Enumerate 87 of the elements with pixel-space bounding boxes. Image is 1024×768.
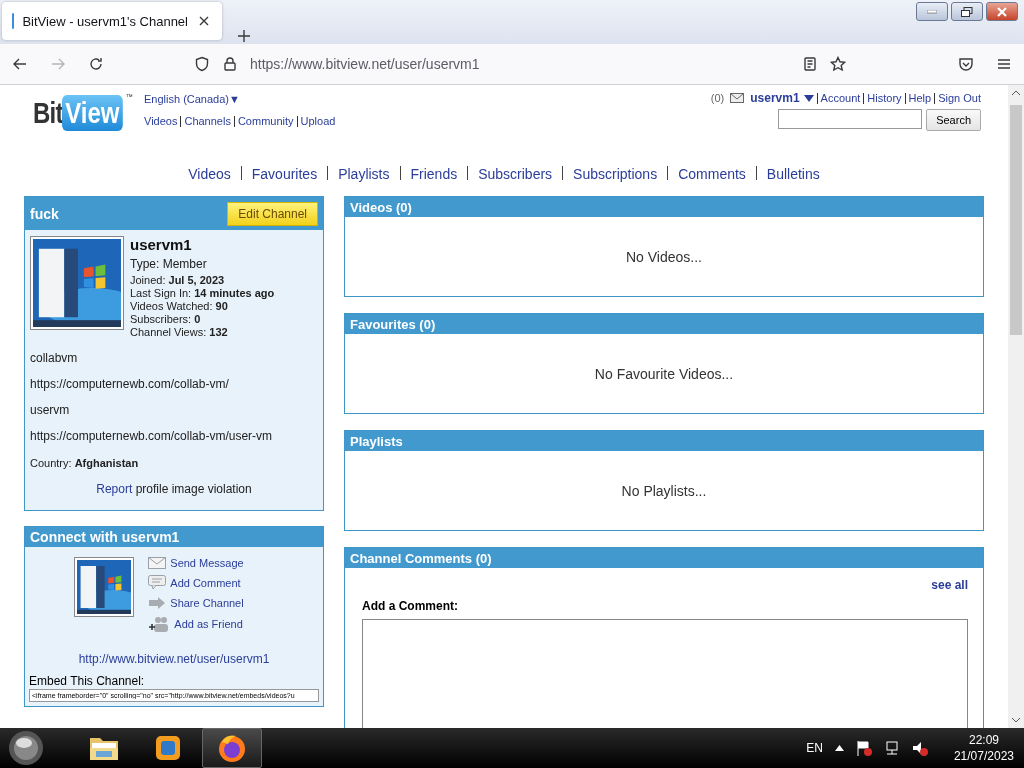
envelope-icon	[148, 557, 167, 569]
account-link[interactable]: Sign Out	[938, 92, 981, 104]
app-icon[interactable]	[153, 733, 183, 763]
description-line: uservm	[30, 403, 71, 417]
action-link[interactable]: Send Message	[148, 557, 244, 569]
channel-title: fuck	[30, 205, 59, 222]
scroll-down-icon[interactable]	[1011, 715, 1021, 725]
report-sentence: Report profile image violation	[95, 482, 253, 496]
browser-tab[interactable]: BitView - uservm1's Channel	[2, 2, 222, 40]
see-all-link[interactable]: see all	[931, 578, 968, 592]
section-title: Playlists	[350, 433, 403, 449]
restore-button[interactable]	[951, 2, 983, 21]
channel-tab[interactable]: Subscribers	[478, 166, 553, 182]
people-icon	[148, 616, 171, 632]
scroll-up-icon[interactable]	[1011, 88, 1021, 98]
channel-url-link[interactable]: http://www.bitview.net/user/uservm1	[78, 652, 270, 666]
menu-icon[interactable]	[996, 56, 1012, 72]
member-type: Type: Member	[130, 257, 208, 271]
profile-stat: Videos Watched: 90	[130, 300, 229, 313]
nav-link[interactable]: Community	[237, 115, 294, 127]
account-link[interactable]: History	[867, 92, 902, 104]
empty-message: No Favourite Videos...	[594, 365, 734, 382]
shield-icon[interactable]	[194, 56, 210, 72]
description-line: collabvm	[30, 351, 79, 365]
tray-arrow-icon[interactable]	[834, 745, 844, 751]
channel-tab[interactable]: Bulletins	[766, 166, 820, 182]
user-menu[interactable]: uservm1	[750, 91, 800, 105]
channel-tab[interactable]: Subscriptions	[573, 166, 658, 182]
speech-bubble-icon	[148, 575, 167, 590]
action-link[interactable]: Add as Friend	[148, 616, 244, 632]
section-title: Videos (0)	[350, 199, 412, 215]
description-line: https://computernewb.com/collab-vm/user-vm	[30, 429, 274, 443]
nav-link[interactable]: Videos	[144, 115, 178, 127]
nav-link[interactable]: Upload	[300, 115, 336, 127]
account-link[interactable]: Help	[908, 92, 932, 104]
star-icon[interactable]	[830, 56, 846, 72]
pocket-icon[interactable]	[958, 56, 974, 72]
section-title: Favourites (0)	[350, 316, 436, 332]
action-link[interactable]: Share Channel	[148, 596, 244, 610]
lock-icon[interactable]	[222, 56, 238, 72]
comment-label: Add a Comment:	[362, 599, 459, 613]
flag-icon[interactable]	[855, 740, 872, 756]
scrollbar[interactable]	[1008, 85, 1024, 728]
network-icon[interactable]	[883, 740, 900, 756]
country: Country: Afghanistan	[30, 457, 140, 469]
back-icon[interactable]	[12, 56, 28, 72]
start-button[interactable]	[6, 729, 46, 767]
empty-message: No Videos...	[626, 248, 702, 265]
user-name: uservm1	[130, 236, 193, 253]
profile-stat: Joined: Jul 5, 2023	[130, 274, 226, 287]
close-icon	[997, 6, 1007, 17]
reload-icon[interactable]	[88, 56, 104, 72]
language-link[interactable]: English (Canada)▼	[144, 93, 336, 105]
profile-stat: Last Sign In: 14 minutes ago	[130, 287, 275, 300]
restore-icon	[961, 6, 973, 17]
report-link[interactable]: Report	[96, 482, 133, 496]
envelope-icon[interactable]	[730, 93, 745, 103]
embed-label: Embed This Channel:	[29, 674, 146, 688]
edit-channel-button[interactable]: Edit Channel	[227, 201, 318, 226]
arrow-icon	[148, 596, 167, 610]
section-title: Channel Comments (0)	[350, 550, 492, 566]
new-tab-icon[interactable]	[236, 28, 252, 44]
search-field[interactable]	[778, 109, 923, 129]
description-line: https://computernewb.com/collab-vm/	[30, 377, 230, 391]
close-button[interactable]	[986, 2, 1018, 21]
inbox-count: (0)	[710, 92, 725, 104]
speaker-icon[interactable]	[911, 740, 928, 756]
minimize-icon	[927, 9, 937, 14]
empty-message: No Playlists...	[621, 482, 707, 499]
channel-tab[interactable]: Friends	[410, 166, 458, 182]
channel-tab[interactable]: Comments	[678, 166, 746, 182]
action-link[interactable]: Add Comment	[148, 575, 244, 590]
profile-stat: Subscribers: 0	[130, 313, 202, 326]
channel-tab[interactable]: Videos	[188, 166, 231, 182]
account-link[interactable]: Account	[820, 92, 861, 104]
language-indicator[interactable]: EN	[806, 741, 823, 755]
panel-title: Connect with uservm1	[30, 529, 180, 545]
search-button[interactable]: Search	[926, 109, 981, 131]
reader-icon[interactable]	[802, 56, 818, 72]
comment-field[interactable]	[362, 619, 968, 728]
minimize-button[interactable]	[916, 2, 948, 21]
clock[interactable]: 22:09 21/07/2023	[953, 732, 1014, 764]
channel-tab[interactable]: Playlists	[338, 166, 390, 182]
caret-icon[interactable]	[803, 94, 814, 102]
nav-link[interactable]: Channels	[184, 115, 231, 127]
channel-tab[interactable]: Favourites	[251, 166, 318, 182]
profile-stat: Channel Views: 132	[130, 326, 229, 339]
